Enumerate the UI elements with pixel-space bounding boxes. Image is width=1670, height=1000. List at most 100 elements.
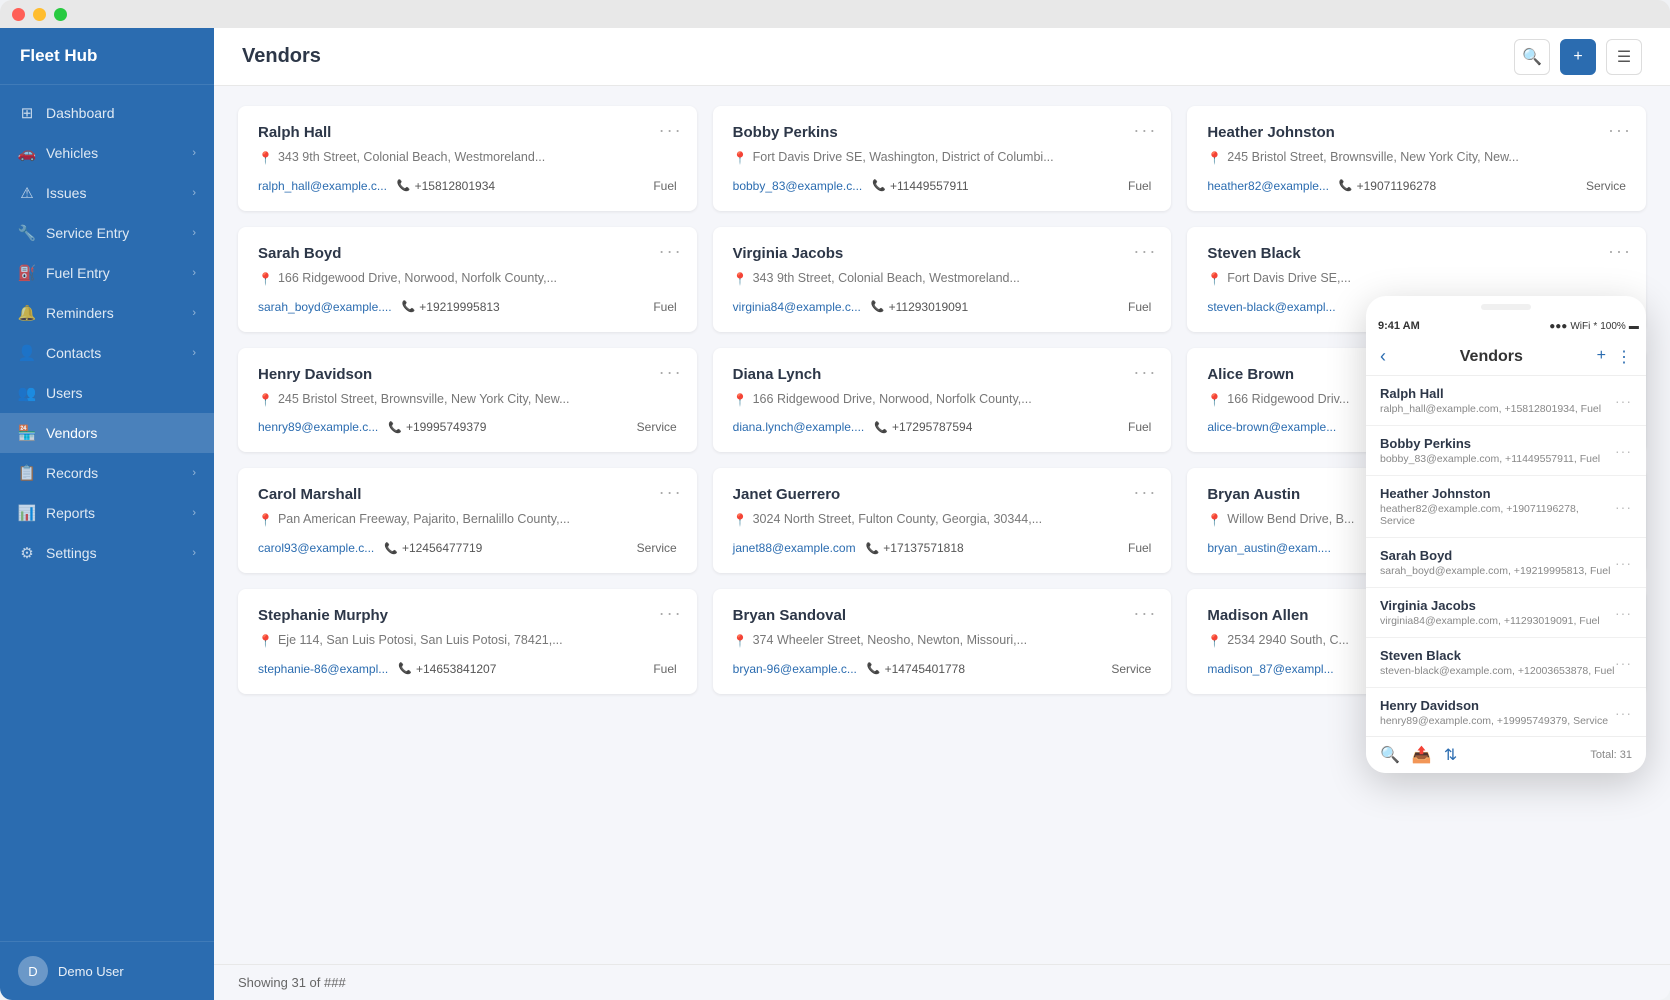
mobile-add-icon[interactable]: +: [1597, 347, 1606, 367]
mobile-list-item[interactable]: Ralph Hall ralph_hall@example.com, +1581…: [1366, 376, 1646, 426]
chevron-right-icon: ›: [192, 267, 196, 279]
mobile-search-icon[interactable]: 🔍: [1380, 745, 1400, 765]
mobile-more-icon[interactable]: ⋮: [1616, 347, 1632, 367]
mobile-item-menu[interactable]: ···: [1615, 499, 1632, 515]
vendor-card: ··· Bobby Perkins 📍 Fort Davis Drive SE,…: [713, 106, 1172, 211]
vendor-email-link[interactable]: heather82@example...: [1207, 179, 1329, 193]
vendor-email-link[interactable]: janet88@example.com: [733, 541, 856, 555]
hamburger-icon: ☰: [1617, 47, 1631, 67]
vendor-email-link[interactable]: virginia84@example.c...: [733, 300, 861, 314]
mobile-signal: ●●●WiFi*100%▬: [1554, 321, 1634, 332]
vendor-email-link[interactable]: alice-brown@example...: [1207, 420, 1336, 434]
sidebar-label-dashboard: Dashboard: [46, 105, 196, 121]
vendor-email-link[interactable]: stephanie-86@exampl...: [258, 662, 388, 676]
sidebar-label-vehicles: Vehicles: [46, 145, 182, 161]
vendor-email-link[interactable]: bobby_83@example.c...: [733, 179, 863, 193]
add-vendor-button[interactable]: +: [1560, 39, 1596, 75]
mobile-item-info: Henry Davidson henry89@example.com, +199…: [1380, 698, 1615, 727]
vendor-address: 📍 343 9th Street, Colonial Beach, Westmo…: [733, 270, 1152, 288]
vendor-footer: bryan-96@example.c... 📞+14745401778 Serv…: [733, 662, 1152, 676]
sidebar-item-dashboard[interactable]: ⊞ Dashboard: [0, 93, 214, 133]
vendor-card-menu-button[interactable]: ···: [659, 482, 683, 503]
vendor-address: 📍 3024 North Street, Fulton County, Geor…: [733, 511, 1152, 529]
vendor-email-link[interactable]: diana.lynch@example....: [733, 420, 865, 434]
mobile-list-item[interactable]: Henry Davidson henry89@example.com, +199…: [1366, 688, 1646, 736]
sidebar-item-settings[interactable]: ⚙ Settings ›: [0, 533, 214, 573]
mobile-list-item[interactable]: Steven Black steven-black@example.com, +…: [1366, 638, 1646, 688]
vendor-type-badge: Fuel: [653, 179, 676, 193]
mobile-export-icon[interactable]: 📤: [1412, 745, 1432, 765]
vendor-card-menu-button[interactable]: ···: [659, 362, 683, 383]
mobile-item-detail: virginia84@example.com, +11293019091, Fu…: [1380, 615, 1615, 627]
vendor-email-link[interactable]: sarah_boyd@example....: [258, 300, 392, 314]
sidebar-item-fuel-entry[interactable]: ⛽ Fuel Entry ›: [0, 253, 214, 293]
vendor-email-link[interactable]: ralph_hall@example.c...: [258, 179, 387, 193]
vendor-card-menu-button[interactable]: ···: [1133, 120, 1157, 141]
mobile-item-detail: ralph_hall@example.com, +15812801934, Fu…: [1380, 403, 1615, 415]
vendor-card-menu-button[interactable]: ···: [1608, 120, 1632, 141]
sidebar-item-vehicles[interactable]: 🚗 Vehicles ›: [0, 133, 214, 173]
vendor-card-menu-button[interactable]: ···: [659, 241, 683, 262]
vendor-address: 📍 Pan American Freeway, Pajarito, Bernal…: [258, 511, 677, 529]
vendor-address: 📍 Fort Davis Drive SE,...: [1207, 270, 1626, 288]
mobile-item-menu[interactable]: ···: [1615, 655, 1632, 671]
maximize-button[interactable]: [54, 8, 67, 21]
mobile-list-item[interactable]: Sarah Boyd sarah_boyd@example.com, +1921…: [1366, 538, 1646, 588]
mobile-sort-icon[interactable]: ⇅: [1444, 745, 1457, 765]
minimize-button[interactable]: [33, 8, 46, 21]
vendor-phone: 📞+15812801934: [397, 179, 495, 193]
vendor-email-link[interactable]: bryan-96@example.c...: [733, 662, 857, 676]
vendor-name: Diana Lynch: [733, 366, 1152, 383]
sidebar-item-contacts[interactable]: 👤 Contacts ›: [0, 333, 214, 373]
vendor-card-menu-button[interactable]: ···: [1133, 362, 1157, 383]
sidebar-label-records: Records: [46, 465, 182, 481]
mobile-back-button[interactable]: ‹: [1380, 346, 1386, 367]
close-button[interactable]: [12, 8, 25, 21]
vendor-email-link[interactable]: bryan_austin@exam....: [1207, 541, 1331, 555]
sidebar-item-service-entry[interactable]: 🔧 Service Entry ›: [0, 213, 214, 253]
vendor-card-menu-button[interactable]: ···: [659, 120, 683, 141]
mobile-item-menu[interactable]: ···: [1615, 605, 1632, 621]
vendor-card-menu-button[interactable]: ···: [659, 603, 683, 624]
phone-icon: 📞: [398, 662, 412, 675]
mobile-list-item[interactable]: Virginia Jacobs virginia84@example.com, …: [1366, 588, 1646, 638]
mobile-item-menu[interactable]: ···: [1615, 555, 1632, 571]
vendor-email-link[interactable]: madison_87@exampl...: [1207, 662, 1333, 676]
vendor-email-link[interactable]: steven-black@exampl...: [1207, 300, 1335, 314]
mobile-item-menu[interactable]: ···: [1615, 393, 1632, 409]
vendor-phone: 📞+11293019091: [871, 300, 968, 314]
vendor-address: 📍 166 Ridgewood Drive, Norwood, Norfolk …: [733, 391, 1152, 409]
vendor-card-menu-button[interactable]: ···: [1608, 241, 1632, 262]
sidebar-item-records[interactable]: 📋 Records ›: [0, 453, 214, 493]
sidebar-user: D Demo User: [0, 941, 214, 1000]
vendor-card-menu-button[interactable]: ···: [1133, 241, 1157, 262]
vendor-card-menu-button[interactable]: ···: [1133, 482, 1157, 503]
vendor-email-link[interactable]: carol93@example.c...: [258, 541, 374, 555]
location-icon: 📍: [733, 271, 748, 288]
main-content: ··· Ralph Hall 📍 343 9th Street, Colonia…: [214, 86, 1670, 964]
sidebar-item-users[interactable]: 👥 Users: [0, 373, 214, 413]
location-icon: 📍: [733, 150, 748, 167]
mobile-item-menu[interactable]: ···: [1615, 705, 1632, 721]
mobile-list-item[interactable]: Heather Johnston heather82@example.com, …: [1366, 476, 1646, 538]
mobile-item-name: Virginia Jacobs: [1380, 598, 1615, 613]
sidebar-item-issues[interactable]: ⚠ Issues ›: [0, 173, 214, 213]
mobile-item-menu[interactable]: ···: [1615, 443, 1632, 459]
mobile-list-item[interactable]: Bobby Perkins bobby_83@example.com, +114…: [1366, 426, 1646, 476]
menu-button[interactable]: ☰: [1606, 39, 1642, 75]
sidebar-item-reminders[interactable]: 🔔 Reminders ›: [0, 293, 214, 333]
vendor-footer: janet88@example.com 📞+17137571818 Fuel: [733, 541, 1152, 555]
vendor-card: ··· Carol Marshall 📍 Pan American Freewa…: [238, 468, 697, 573]
vendor-email-link[interactable]: henry89@example.c...: [258, 420, 378, 434]
vendor-name: Henry Davidson: [258, 366, 677, 383]
sidebar-item-vendors[interactable]: 🏪 Vendors: [0, 413, 214, 453]
phone-icon: 📞: [872, 179, 886, 192]
mobile-item-detail: henry89@example.com, +19995749379, Servi…: [1380, 715, 1615, 727]
mobile-item-name: Bobby Perkins: [1380, 436, 1615, 451]
sidebar-item-reports[interactable]: 📊 Reports ›: [0, 493, 214, 533]
mobile-item-name: Sarah Boyd: [1380, 548, 1615, 563]
search-button[interactable]: 🔍: [1514, 39, 1550, 75]
mobile-item-info: Steven Black steven-black@example.com, +…: [1380, 648, 1615, 677]
sidebar-nav: ⊞ Dashboard 🚗 Vehicles › ⚠ Issues › 🔧 Se…: [0, 85, 214, 941]
vendor-card-menu-button[interactable]: ···: [1133, 603, 1157, 624]
